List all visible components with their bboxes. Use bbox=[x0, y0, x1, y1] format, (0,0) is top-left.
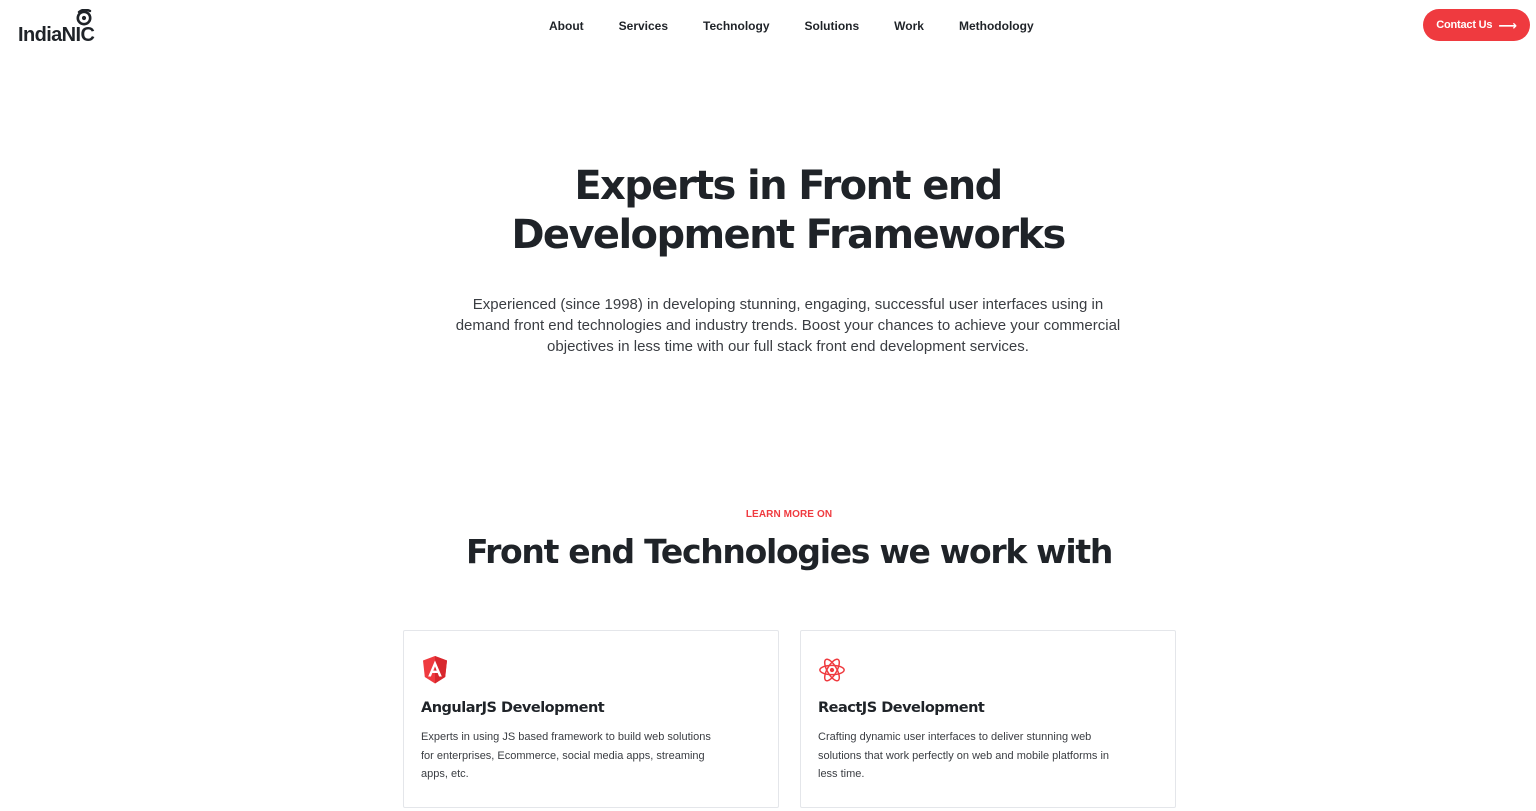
hero-title-line-1: Experts in Front end bbox=[574, 163, 1003, 209]
card-title: AngularJS Development bbox=[421, 700, 605, 716]
section-title: Front end Technologies we work with bbox=[465, 532, 1113, 571]
contact-us-label: Contact Us bbox=[1436, 19, 1493, 31]
angularjs-card[interactable]: AngularJS Development Experts in using J… bbox=[403, 630, 779, 808]
contact-us-button[interactable]: Contact Us ⟶ bbox=[1423, 9, 1530, 41]
nav-methodology[interactable]: Methodology bbox=[959, 18, 1034, 34]
react-icon bbox=[819, 658, 845, 682]
card-description: Experts in using JS based framework to b… bbox=[421, 731, 711, 780]
nav-solutions[interactable]: Solutions bbox=[805, 18, 860, 34]
logo-text: IndiaNIC bbox=[18, 24, 95, 46]
angular-icon bbox=[423, 656, 447, 684]
indianic-logo[interactable]: IndiaNIC bbox=[18, 8, 108, 48]
site-header: IndiaNIC About Services Technology Solut… bbox=[0, 0, 1536, 52]
arrow-right-icon: ⟶ bbox=[1498, 17, 1517, 33]
nav-services[interactable]: Services bbox=[619, 18, 668, 34]
hero-title: Experts in Front end Development Framewo… bbox=[368, 162, 1208, 260]
nav-work[interactable]: Work bbox=[894, 18, 924, 34]
main-nav: About Services Technology Solutions Work… bbox=[549, 17, 1034, 35]
section-eyebrow: LEARN MORE ON bbox=[745, 509, 833, 520]
card-title: ReactJS Development bbox=[818, 700, 985, 716]
reactjs-card[interactable]: ReactJS Development Crafting dynamic use… bbox=[800, 630, 1176, 808]
hero-description: Experienced (since 1998) in developing s… bbox=[455, 296, 1121, 355]
nav-technology[interactable]: Technology bbox=[703, 18, 769, 34]
nav-about[interactable]: About bbox=[549, 18, 584, 34]
hero-title-line-2: Development Frameworks bbox=[511, 212, 1066, 258]
page: IndiaNIC About Services Technology Solut… bbox=[0, 0, 1536, 811]
card-description: Crafting dynamic user interfaces to deli… bbox=[818, 731, 1110, 780]
